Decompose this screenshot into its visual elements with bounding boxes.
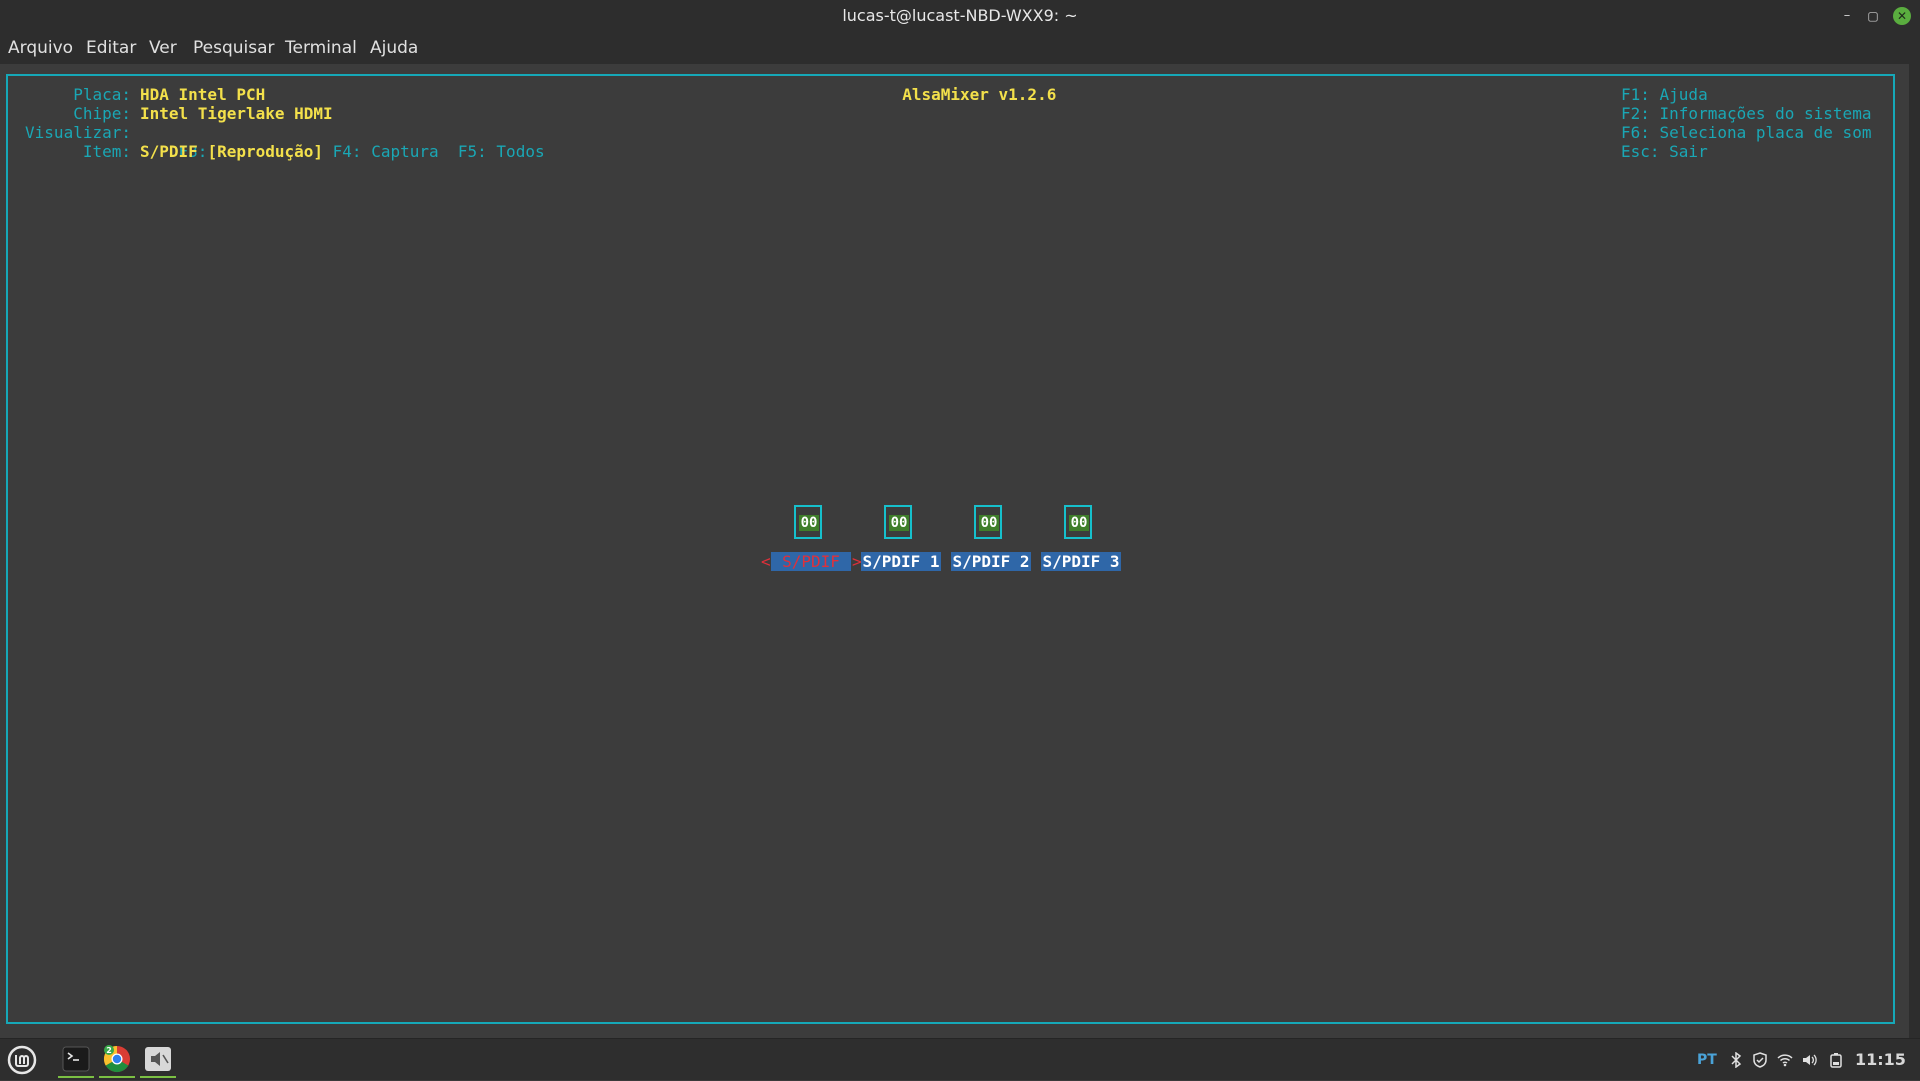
selection-left-marker: < (761, 552, 771, 571)
spdif-label[interactable]: S/PDIF (771, 552, 851, 571)
mixer-title: AlsaMixer v1.2.6 (892, 85, 1067, 104)
clock[interactable]: 11:15 (1855, 1039, 1906, 1081)
view-other-options[interactable]: F4: Captura F5: Todos (323, 142, 545, 161)
help-esc: Esc: Sair (1621, 142, 1708, 161)
item-label: Item: (82, 142, 131, 161)
mint-logo-icon (7, 1045, 37, 1075)
chrome-badge: 2 (106, 1046, 112, 1055)
spdif-3-switch[interactable]: 00 (1064, 505, 1092, 539)
minimize-button[interactable]: – (1838, 7, 1856, 25)
view-label: Visualizar: (25, 123, 131, 142)
spdif-1-label[interactable]: S/PDIF 1 (861, 552, 941, 571)
taskbar-chrome[interactable]: 2 (99, 1042, 135, 1078)
spdif-3-value: 00 (1069, 515, 1089, 531)
help-f2: F2: Informações do sistema (1621, 104, 1872, 123)
spdif-2-switch[interactable]: 00 (974, 505, 1002, 539)
mint-menu-button[interactable] (4, 1042, 40, 1078)
menu-bar: Arquivo Editar Ver Pesquisar Terminal Aj… (0, 32, 1920, 64)
spdif-value: 00 (799, 515, 819, 531)
menu-arquivo[interactable]: Arquivo (8, 32, 73, 64)
spdif-1-value: 00 (889, 515, 909, 531)
card-label: Placa: (73, 85, 131, 104)
view-f3-value[interactable]: [Reprodução] (207, 142, 323, 161)
terminal-icon (62, 1046, 90, 1072)
spdif-switch[interactable]: 00 (794, 505, 822, 539)
item-value: S/PDIF (140, 142, 198, 161)
menu-ajuda[interactable]: Ajuda (370, 32, 418, 64)
maximize-button[interactable]: ▢ (1864, 7, 1882, 25)
close-button[interactable]: ✕ (1893, 7, 1911, 25)
title-bar: lucas-t@lucast-NBD-WXX9: ~ – ▢ ✕ (0, 0, 1920, 32)
menu-pesquisar[interactable]: Pesquisar (193, 32, 275, 64)
taskbar-volume-app[interactable] (140, 1042, 176, 1078)
wifi-icon[interactable] (1777, 1039, 1793, 1081)
menu-ver[interactable]: Ver (149, 32, 177, 64)
terminal-area[interactable]: AlsaMixer v1.2.6 Placa: HDA Intel PCH Ch… (0, 64, 1920, 1038)
alsamixer-frame (6, 74, 1895, 1024)
shield-icon[interactable] (1752, 1039, 1768, 1081)
help-f6: F6: Seleciona placa de som (1621, 123, 1872, 142)
chrome-icon: 2 (103, 1045, 130, 1073)
taskbar: 2 PT 11:15 (0, 1038, 1920, 1080)
volume-icon[interactable] (1802, 1039, 1818, 1081)
card-value: HDA Intel PCH (140, 85, 266, 104)
keyboard-layout-indicator[interactable]: PT (1697, 1039, 1717, 1081)
spdif-3-label[interactable]: S/PDIF 3 (1041, 552, 1121, 571)
spdif-2-label[interactable]: S/PDIF 2 (951, 552, 1031, 571)
chip-label: Chipe: (73, 104, 131, 123)
spdif-2-value: 00 (979, 515, 999, 531)
terminal-scrollbar[interactable] (1909, 64, 1920, 1038)
speaker-muted-icon (145, 1047, 171, 1071)
menu-editar[interactable]: Editar (86, 32, 136, 64)
bluetooth-icon[interactable] (1729, 1039, 1743, 1081)
window-title: lucas-t@lucast-NBD-WXX9: ~ (842, 6, 1078, 25)
spdif-1-switch[interactable]: 00 (884, 505, 912, 539)
menu-terminal[interactable]: Terminal (285, 32, 357, 64)
chip-value: Intel Tigerlake HDMI (140, 104, 333, 123)
help-f1: F1: Ajuda (1621, 85, 1708, 104)
battery-icon[interactable] (1830, 1039, 1842, 1081)
view-options: F3:[Reprodução] F4: Captura F5: Todos (140, 123, 545, 180)
taskbar-terminal[interactable] (58, 1042, 94, 1078)
